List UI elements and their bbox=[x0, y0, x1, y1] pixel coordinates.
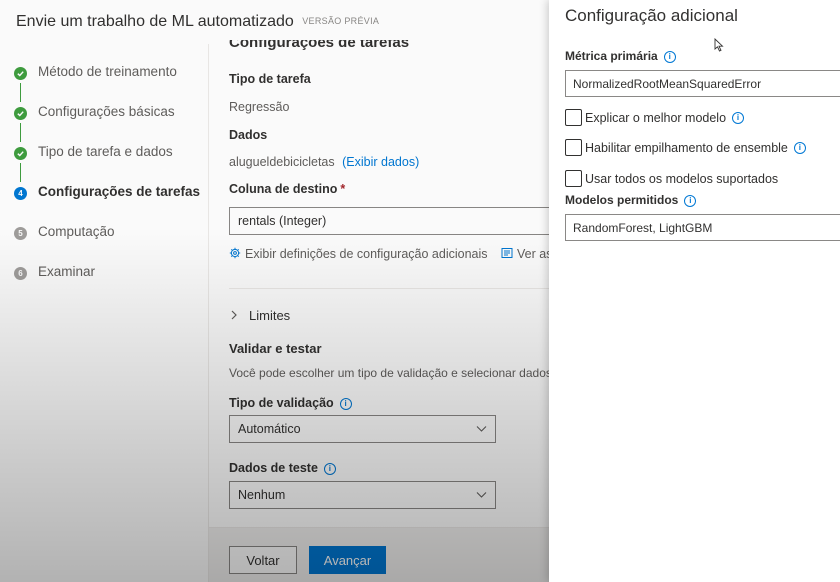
view-additional-config-link[interactable]: Exibir definições de configuração adicio… bbox=[245, 247, 488, 261]
step-label: Método de treinamento bbox=[38, 64, 177, 79]
step-connector bbox=[20, 123, 21, 142]
step-done-icon bbox=[14, 147, 27, 160]
step-compute[interactable]: 5 Computação bbox=[14, 224, 214, 264]
wizard-steps: Método de treinamento Configurações bási… bbox=[14, 64, 214, 304]
task-type-label: Tipo de tarefa bbox=[229, 72, 311, 86]
validation-type-label-text: Tipo de validação bbox=[229, 396, 334, 410]
step-basic-settings[interactable]: Configurações básicas bbox=[14, 104, 214, 144]
validation-type-value: Automático bbox=[238, 422, 301, 436]
test-data-label-text: Dados de teste bbox=[229, 461, 318, 475]
step-label: Configurações básicas bbox=[38, 104, 175, 119]
use-all-models-label: Usar todos os modelos suportados bbox=[585, 171, 779, 186]
required-marker: * bbox=[340, 182, 346, 196]
info-icon[interactable]: i bbox=[323, 463, 336, 475]
section-title: Configurações de tarefas bbox=[229, 34, 410, 51]
step-training-method[interactable]: Método de treinamento bbox=[14, 64, 214, 104]
explain-best-model-checkbox[interactable] bbox=[565, 109, 582, 126]
info-icon[interactable]: i bbox=[684, 195, 697, 207]
validate-test-description: Você pode escolher um tipo de validação … bbox=[229, 366, 549, 380]
allowed-models-dropdown[interactable]: RandomForest, LightGBM bbox=[565, 214, 840, 241]
step-label: Tipo de tarefa e dados bbox=[38, 144, 173, 159]
step-done-icon bbox=[14, 107, 27, 120]
primary-metric-dropdown[interactable]: NormalizedRootMeanSquaredError bbox=[565, 70, 840, 97]
info-icon[interactable]: i bbox=[663, 51, 676, 63]
featurization-icon bbox=[501, 248, 513, 258]
stack-ensemble-row[interactable]: Habilitar empilhamento de ensemble i bbox=[565, 139, 806, 156]
view-data-link[interactable]: (Exibir dados) bbox=[342, 155, 419, 169]
task-type-value: Regressão bbox=[229, 100, 290, 114]
test-data-label: Dados de teste i bbox=[229, 461, 336, 475]
chevron-right-icon bbox=[231, 310, 237, 320]
step-review[interactable]: 6 Examinar bbox=[14, 264, 214, 304]
data-label: Dados bbox=[229, 128, 268, 142]
mouse-cursor-icon bbox=[714, 38, 724, 52]
gear-icon bbox=[229, 247, 241, 259]
explain-best-model-row[interactable]: Explicar o melhor modelo i bbox=[565, 109, 745, 126]
step-connector bbox=[20, 83, 21, 102]
info-icon[interactable]: i bbox=[339, 398, 352, 410]
section-separator bbox=[229, 288, 549, 289]
step-task-type-data[interactable]: Tipo de tarefa e dados bbox=[14, 144, 214, 184]
use-all-models-checkbox[interactable] bbox=[565, 170, 582, 187]
primary-metric-label-text: Métrica primária bbox=[565, 49, 658, 63]
explain-best-model-label: Explicar o melhor modelo bbox=[585, 110, 727, 125]
validate-test-title: Validar e testar bbox=[229, 341, 322, 356]
target-column-select[interactable]: rentals (Integer) bbox=[229, 207, 559, 235]
extra-links-row: Exibir definições de configuração adicio… bbox=[229, 247, 549, 261]
test-data-dropdown[interactable]: Nenhum bbox=[229, 481, 496, 509]
info-icon[interactable]: i bbox=[732, 111, 745, 124]
dataset-name: alugueldebicicletas bbox=[229, 155, 335, 169]
validation-type-label: Tipo de validação i bbox=[229, 396, 352, 410]
target-column-label: Coluna de destino * bbox=[229, 182, 345, 196]
step-number-icon: 6 bbox=[14, 267, 27, 280]
stack-ensemble-label: Habilitar empilhamento de ensemble bbox=[585, 140, 788, 155]
info-icon[interactable]: i bbox=[793, 141, 806, 154]
chevron-down-icon bbox=[476, 492, 487, 498]
additional-config-panel: Configuração adicional Métrica primária i… bbox=[549, 0, 840, 582]
target-column-label-text: Coluna de destino bbox=[229, 182, 338, 196]
step-task-settings[interactable]: 4 Configurações de tarefas bbox=[14, 184, 214, 224]
panel-title: Configuração adicional bbox=[565, 6, 738, 25]
step-done-icon bbox=[14, 67, 27, 80]
view-featurization-link[interactable]: Ver as co bbox=[517, 247, 549, 261]
app-title-text: Envie um trabalho de ML automatizado bbox=[16, 13, 294, 30]
step-label: Configurações de tarefas bbox=[38, 184, 201, 199]
step-label: Examinar bbox=[38, 264, 96, 279]
next-button[interactable]: Avançar bbox=[309, 546, 386, 574]
vertical-divider bbox=[208, 44, 209, 582]
validation-type-dropdown[interactable]: Automático bbox=[229, 415, 496, 443]
step-number-icon: 5 bbox=[14, 227, 27, 240]
stack-ensemble-checkbox[interactable] bbox=[565, 139, 582, 156]
preview-badge: VERSÃO PRÉVIA bbox=[302, 16, 380, 26]
step-number-icon: 4 bbox=[14, 187, 27, 200]
chevron-down-icon bbox=[476, 426, 487, 432]
limits-label: Limites bbox=[249, 308, 291, 323]
test-data-value: Nenhum bbox=[238, 488, 286, 502]
back-button[interactable]: Voltar bbox=[229, 546, 297, 574]
step-label: Computação bbox=[38, 224, 115, 239]
step-connector bbox=[20, 163, 21, 182]
data-value-row: alugueldebicicletas (Exibir dados) bbox=[229, 155, 419, 169]
limits-toggle[interactable]: Limites bbox=[229, 308, 290, 323]
use-all-models-row[interactable]: Usar todos os modelos suportados bbox=[565, 170, 778, 187]
primary-metric-label: Métrica primária i bbox=[565, 49, 676, 63]
allowed-models-label: Modelos permitidos i bbox=[565, 193, 697, 207]
app-title: Envie um trabalho de ML automatizado VER… bbox=[16, 13, 379, 31]
allowed-models-label-text: Modelos permitidos bbox=[565, 193, 679, 207]
